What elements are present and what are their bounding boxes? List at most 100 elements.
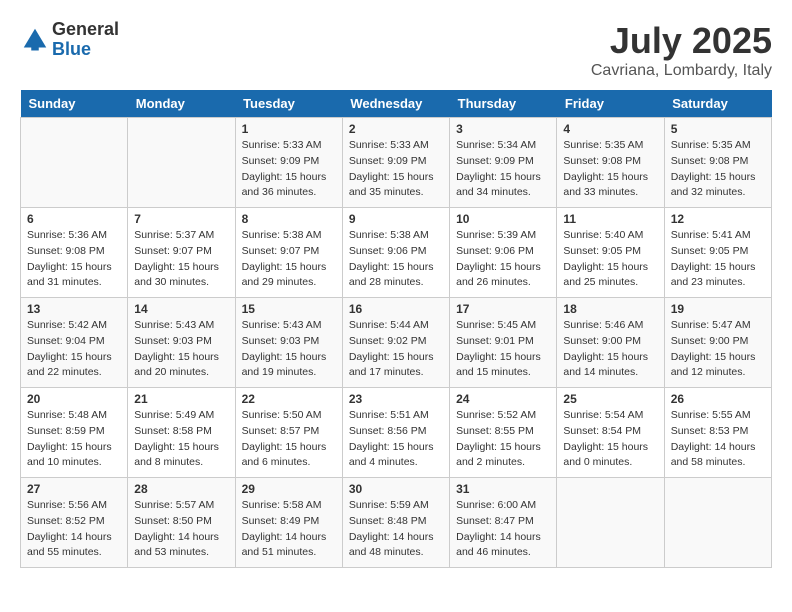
- day-detail: Sunrise: 5:54 AMSunset: 8:54 PMDaylight:…: [563, 408, 657, 471]
- header-thursday: Thursday: [450, 90, 557, 118]
- sunrise-text: Sunrise: 5:36 AM: [27, 228, 121, 244]
- day-detail: Sunrise: 5:40 AMSunset: 9:05 PMDaylight:…: [563, 228, 657, 291]
- day-number: 22: [242, 392, 336, 406]
- sunrise-text: Sunrise: 6:00 AM: [456, 498, 550, 514]
- sunrise-text: Sunrise: 5:34 AM: [456, 138, 550, 154]
- cell-4-4: 23Sunrise: 5:51 AMSunset: 8:56 PMDayligh…: [342, 388, 449, 478]
- daylight-text: Daylight: 15 hours and 19 minutes.: [242, 350, 336, 382]
- cell-5-5: 31Sunrise: 6:00 AMSunset: 8:47 PMDayligh…: [450, 478, 557, 568]
- header-friday: Friday: [557, 90, 664, 118]
- cell-3-2: 14Sunrise: 5:43 AMSunset: 9:03 PMDayligh…: [128, 298, 235, 388]
- daylight-text: Daylight: 15 hours and 4 minutes.: [349, 440, 443, 472]
- cell-2-6: 11Sunrise: 5:40 AMSunset: 9:05 PMDayligh…: [557, 208, 664, 298]
- sunrise-text: Sunrise: 5:45 AM: [456, 318, 550, 334]
- cell-3-4: 16Sunrise: 5:44 AMSunset: 9:02 PMDayligh…: [342, 298, 449, 388]
- sunrise-text: Sunrise: 5:48 AM: [27, 408, 121, 424]
- day-number: 19: [671, 302, 765, 316]
- sunset-text: Sunset: 9:00 PM: [671, 334, 765, 350]
- day-detail: Sunrise: 5:51 AMSunset: 8:56 PMDaylight:…: [349, 408, 443, 471]
- daylight-text: Daylight: 14 hours and 53 minutes.: [134, 530, 228, 562]
- sunset-text: Sunset: 9:03 PM: [134, 334, 228, 350]
- header-row: Sunday Monday Tuesday Wednesday Thursday…: [21, 90, 772, 118]
- day-detail: Sunrise: 5:44 AMSunset: 9:02 PMDaylight:…: [349, 318, 443, 381]
- daylight-text: Daylight: 15 hours and 33 minutes.: [563, 170, 657, 202]
- sunset-text: Sunset: 9:09 PM: [242, 154, 336, 170]
- sunset-text: Sunset: 9:05 PM: [563, 244, 657, 260]
- sunset-text: Sunset: 8:47 PM: [456, 514, 550, 530]
- cell-5-4: 30Sunrise: 5:59 AMSunset: 8:48 PMDayligh…: [342, 478, 449, 568]
- daylight-text: Daylight: 15 hours and 30 minutes.: [134, 260, 228, 292]
- cell-4-3: 22 Sunrise: 5:50 AMSunset: 8:57 PMDayligh…: [235, 388, 342, 478]
- sunset-text: Sunset: 9:01 PM: [456, 334, 550, 350]
- sunset-text: Sunset: 9:09 PM: [349, 154, 443, 170]
- week-row-3: 13Sunrise: 5:42 AMSunset: 9:04 PMDayligh…: [21, 298, 772, 388]
- day-detail: Sunrise: 5:39 AMSunset: 9:06 PMDaylight:…: [456, 228, 550, 291]
- daylight-text: Daylight: 15 hours and 26 minutes.: [456, 260, 550, 292]
- sunrise-text: Sunrise: 5:40 AM: [563, 228, 657, 244]
- page-header: General Blue July 2025 Cavriana, Lombard…: [20, 20, 772, 80]
- day-detail: Sunrise: 5:56 AMSunset: 8:52 PMDaylight:…: [27, 498, 121, 561]
- day-detail: Sunrise: 5:38 AMSunset: 9:06 PMDaylight:…: [349, 228, 443, 291]
- day-number: 5: [671, 122, 765, 136]
- sunrise-text: Sunrise: 5:41 AM: [671, 228, 765, 244]
- title-section: July 2025 Cavriana, Lombardy, Italy: [591, 20, 772, 80]
- cell-1-5: 3Sunrise: 5:34 AMSunset: 9:09 PMDaylight…: [450, 118, 557, 208]
- day-detail: Sunrise: 5:35 AMSunset: 9:08 PMDaylight:…: [563, 138, 657, 201]
- daylight-text: Daylight: 15 hours and 29 minutes.: [242, 260, 336, 292]
- week-row-1: 1Sunrise: 5:33 AMSunset: 9:09 PMDaylight…: [21, 118, 772, 208]
- sunrise-text: Sunrise: 5:38 AM: [242, 228, 336, 244]
- daylight-text: Daylight: 14 hours and 46 minutes.: [456, 530, 550, 562]
- day-detail: Sunrise: 5:50 AMSunset: 8:57 PMDaylight:…: [242, 408, 336, 471]
- calendar-body: 1Sunrise: 5:33 AMSunset: 9:09 PMDaylight…: [21, 118, 772, 568]
- sunset-text: Sunset: 9:09 PM: [456, 154, 550, 170]
- cell-5-6: [557, 478, 664, 568]
- daylight-text: Daylight: 15 hours and 17 minutes.: [349, 350, 443, 382]
- daylight-text: Daylight: 14 hours and 55 minutes.: [27, 530, 121, 562]
- sunset-text: Sunset: 8:52 PM: [27, 514, 121, 530]
- day-number: 17: [456, 302, 550, 316]
- cell-2-4: 9Sunrise: 5:38 AMSunset: 9:06 PMDaylight…: [342, 208, 449, 298]
- day-number: 21: [134, 392, 228, 406]
- sunrise-text: Sunrise: 5:59 AM: [349, 498, 443, 514]
- sunset-text: Sunset: 9:00 PM: [563, 334, 657, 350]
- sunset-text: Sunset: 8:53 PM: [671, 424, 765, 440]
- day-detail: Sunrise: 5:48 AMSunset: 8:59 PMDaylight:…: [27, 408, 121, 471]
- day-number: 28: [134, 482, 228, 496]
- header-saturday: Saturday: [664, 90, 771, 118]
- day-detail: Sunrise: 5:52 AMSunset: 8:55 PMDaylight:…: [456, 408, 550, 471]
- sunrise-text: Sunrise: 5:43 AM: [242, 318, 336, 334]
- cell-2-5: 10Sunrise: 5:39 AMSunset: 9:06 PMDayligh…: [450, 208, 557, 298]
- cell-1-3: 1Sunrise: 5:33 AMSunset: 9:09 PMDaylight…: [235, 118, 342, 208]
- sunset-text: Sunset: 9:06 PM: [349, 244, 443, 260]
- daylight-text: Daylight: 15 hours and 6 minutes.: [242, 440, 336, 472]
- logo-icon: [20, 25, 50, 55]
- day-number: 18: [563, 302, 657, 316]
- logo-general: General: [52, 20, 119, 40]
- day-detail: Sunrise: 5:55 AMSunset: 8:53 PMDaylight:…: [671, 408, 765, 471]
- sunrise-text: Sunrise: 5:39 AM: [456, 228, 550, 244]
- day-detail: Sunrise: 5:34 AMSunset: 9:09 PMDaylight:…: [456, 138, 550, 201]
- sunrise-text: Sunrise: 5:35 AM: [671, 138, 765, 154]
- day-number: 4: [563, 122, 657, 136]
- sunset-text: Sunset: 8:56 PM: [349, 424, 443, 440]
- sunset-text: Sunset: 9:08 PM: [671, 154, 765, 170]
- day-detail: Sunrise: 5:33 AMSunset: 9:09 PMDaylight:…: [242, 138, 336, 201]
- sunset-text: Sunset: 8:50 PM: [134, 514, 228, 530]
- day-detail: Sunrise: 5:46 AMSunset: 9:00 PMDaylight:…: [563, 318, 657, 381]
- sunrise-text: Sunrise: 5:56 AM: [27, 498, 121, 514]
- day-number: 29: [242, 482, 336, 496]
- day-detail: Sunrise: 5:37 AMSunset: 9:07 PMDaylight:…: [134, 228, 228, 291]
- sunrise-text: Sunrise: 5:55 AM: [671, 408, 765, 424]
- day-number: 24: [456, 392, 550, 406]
- cell-4-7: 26Sunrise: 5:55 AMSunset: 8:53 PMDayligh…: [664, 388, 771, 478]
- sunset-text: Sunset: 9:08 PM: [563, 154, 657, 170]
- cell-5-7: [664, 478, 771, 568]
- sunset-text: Sunset: 9:04 PM: [27, 334, 121, 350]
- header-wednesday: Wednesday: [342, 90, 449, 118]
- day-number: 14: [134, 302, 228, 316]
- day-number: 15: [242, 302, 336, 316]
- sunset-text: Sunset: 9:03 PM: [242, 334, 336, 350]
- day-detail: Sunrise: 5:57 AMSunset: 8:50 PMDaylight:…: [134, 498, 228, 561]
- sunrise-text: Sunrise: 5:58 AM: [242, 498, 336, 514]
- daylight-text: Daylight: 15 hours and 15 minutes.: [456, 350, 550, 382]
